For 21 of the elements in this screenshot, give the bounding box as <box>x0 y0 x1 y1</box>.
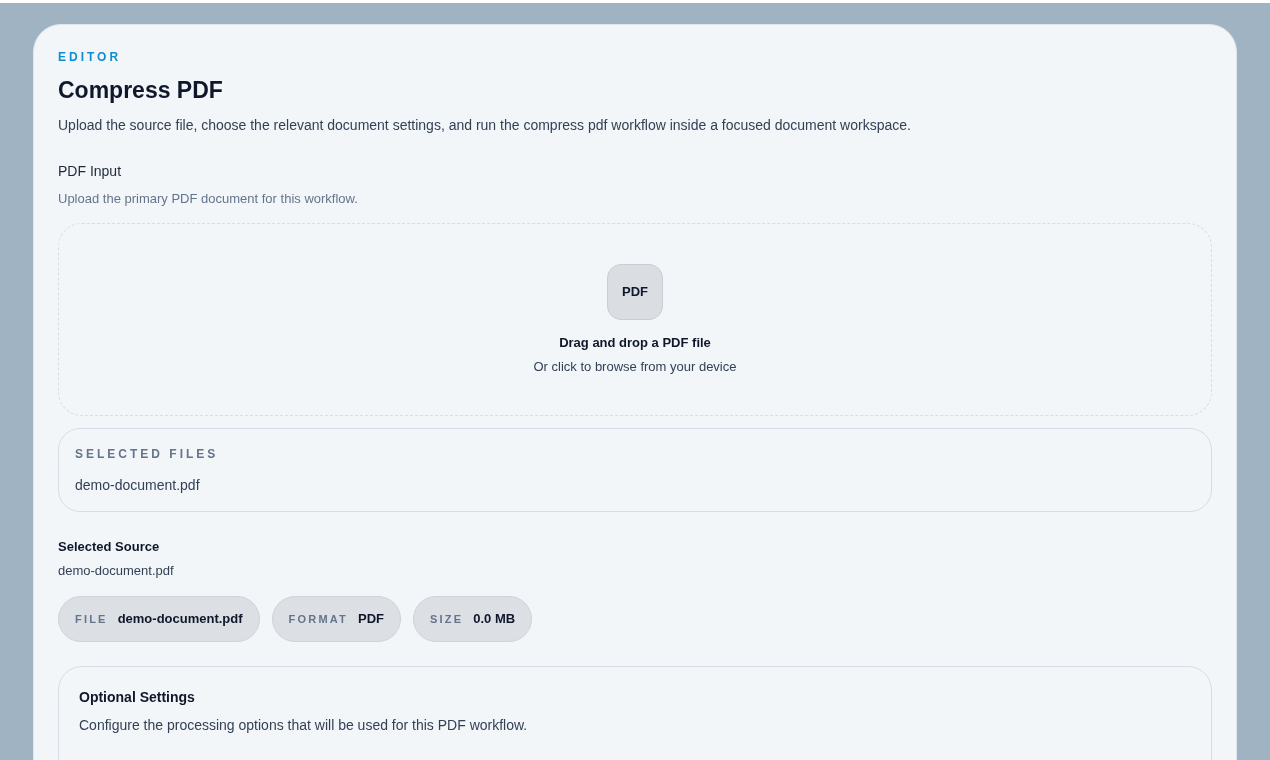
chip-key: FILE <box>75 610 108 628</box>
source-heading: Selected Source <box>58 538 161 556</box>
chip-key: FORMAT <box>288 610 348 628</box>
settings-title: Optional Settings <box>79 688 196 707</box>
drop-subtitle: Or click to browse from your device <box>533 358 737 376</box>
eyebrow-label: EDITOR <box>58 49 123 65</box>
pdf-badge: PDF <box>607 264 663 320</box>
section-label: PDF Input <box>58 162 123 181</box>
chip-value: 0.0 MB <box>473 610 516 629</box>
chip-value: demo-document.pdf <box>117 610 243 629</box>
page-description: Upload the source file, choose the relevant document settings, and run the compress pdf workflow inside a focused document workspace. <box>58 116 912 135</box>
file-name: demo-document.pdf <box>75 476 201 494</box>
page-title: Compress PDF <box>58 76 224 105</box>
chip-key: SIZE <box>430 610 464 628</box>
source-name: demo-document.pdf <box>58 562 175 580</box>
drop-zone[interactable]: PDF Drag and drop a PDF file Or click to browse from your device <box>58 223 1212 416</box>
chip-value: PDF <box>358 610 384 629</box>
settings-description: Configure the processing options that will be used for this PDF workflow. <box>79 716 529 735</box>
section-hint: Upload the primary PDF document for this workflow. <box>58 190 359 208</box>
drop-title: Drag and drop a PDF file <box>559 334 711 352</box>
panel-heading: SELECTED FILES <box>75 446 220 462</box>
